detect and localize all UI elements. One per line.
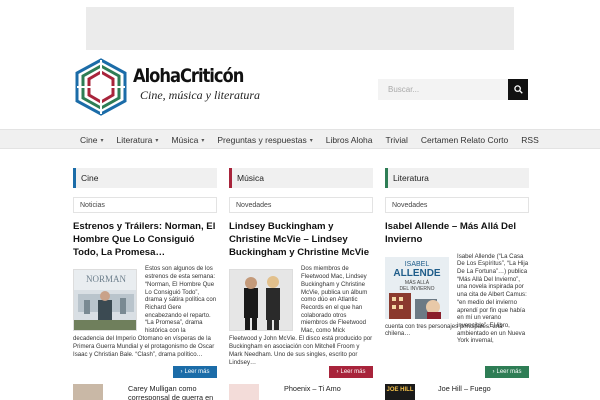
- subcategory-tab[interactable]: Novedades: [229, 197, 373, 213]
- read-more-button[interactable]: › Leer más: [329, 366, 373, 378]
- column-header[interactable]: Cine: [73, 168, 217, 188]
- article-thumbnail[interactable]: ISABEL ALLENDE MÁS ALLÁ DEL INVIERNO: [385, 256, 449, 319]
- nav-item-cine[interactable]: Cine ▾: [73, 130, 110, 150]
- subcategory-tab[interactable]: Noticias: [73, 197, 217, 213]
- book-author-last: ALLENDE: [393, 268, 441, 279]
- column-header[interactable]: Literatura: [385, 168, 529, 188]
- nav-item-literatura[interactable]: Literatura ▾: [110, 130, 165, 150]
- nav-item-trivial[interactable]: Trivial: [379, 130, 414, 150]
- nav-item-label: RSS: [521, 135, 539, 145]
- column-musica: Música Novedades Lindsey Buckingham y Ch…: [229, 168, 373, 371]
- book-author-first: ISABEL: [405, 261, 430, 268]
- article-excerpt: Dos miembros de Fleetwood Mac, Lindsey B…: [301, 265, 368, 335]
- nav-item-label: Música: [171, 135, 199, 145]
- column-header[interactable]: Música: [229, 168, 373, 188]
- article-title[interactable]: Lindsey Buckingham y Christine McVie – L…: [229, 221, 373, 259]
- movie-poster-title: NORMAN: [86, 274, 127, 284]
- search-icon: [513, 85, 523, 94]
- next-article-title[interactable]: Carey Mulligan como corresponsal de guer…: [128, 384, 216, 400]
- article-excerpt-continued: Fleetwood y John McVie. El disco está pr…: [229, 335, 373, 366]
- nav-item-libros-aloha[interactable]: Libros Aloha: [319, 130, 379, 150]
- read-more-button[interactable]: › Leer más: [173, 366, 217, 378]
- search-input[interactable]: [378, 79, 508, 100]
- next-article-thumbnail[interactable]: [229, 384, 259, 400]
- article-title[interactable]: Isabel Allende – Más Allá Del Invierno: [385, 221, 529, 247]
- chevron-right-icon: ›: [492, 369, 495, 375]
- book-title-line2: DEL INVIERNO: [399, 286, 434, 292]
- nav-item-label: Cine: [80, 135, 98, 145]
- next-article-thumbnail[interactable]: JOE HILL: [385, 384, 415, 400]
- nav-item-label: Certamen Relato Corto: [420, 135, 509, 145]
- article-excerpt: Estos son algunos de los estrenos de est…: [145, 265, 217, 335]
- nav-item-label: Preguntas y respuestas: [217, 135, 307, 145]
- column-literatura: Literatura Novedades Isabel Allende – Má…: [385, 168, 529, 359]
- nav-item-rss[interactable]: RSS: [514, 130, 544, 150]
- nav-item-preguntas-y-respuestas[interactable]: Preguntas y respuestas ▾: [210, 130, 318, 150]
- article-thumbnail[interactable]: NORMAN: [73, 269, 137, 332]
- next-article-title[interactable]: Phoenix – Ti Amo: [284, 384, 341, 393]
- read-more-button[interactable]: › Leer más: [485, 366, 529, 378]
- book-title-line1: MÁS ALLÁ: [405, 279, 430, 286]
- article-title[interactable]: Estrenos y Tráilers: Norman, El Hombre Q…: [73, 221, 217, 259]
- chevron-right-icon: ›: [336, 369, 339, 375]
- next-article-title[interactable]: Joe Hill – Fuego: [438, 384, 491, 393]
- article-excerpt-continued: cuenta con tres personajes principales: …: [385, 322, 503, 338]
- chevron-right-icon: ›: [180, 369, 183, 375]
- nav-item-label: Libros Aloha: [325, 135, 373, 145]
- chevron-down-icon: ▾: [155, 137, 159, 144]
- site-logo-icon[interactable]: [73, 58, 129, 116]
- subcategory-tab[interactable]: Novedades: [385, 197, 529, 213]
- column-cine: Cine Noticias Estrenos y Tráilers: Norma…: [73, 168, 217, 371]
- main-navigation: Cine ▾ Literatura ▾ Música ▾ Preguntas y respu…: [0, 129, 600, 149]
- nav-item-música[interactable]: Música ▾: [164, 130, 210, 150]
- article-excerpt-continued: decadencia del Imperio Otomano en vísper…: [73, 335, 215, 358]
- nav-item-label: Trivial: [385, 135, 408, 145]
- next-article-thumbnail[interactable]: [73, 384, 103, 400]
- ad-banner[interactable]: [86, 7, 514, 50]
- article-thumbnail[interactable]: [229, 269, 293, 332]
- search-button[interactable]: [508, 79, 528, 100]
- chevron-down-icon: ▾: [309, 137, 313, 144]
- nav-item-label: Literatura: [116, 135, 153, 145]
- chevron-down-icon: ▾: [201, 137, 205, 144]
- nav-item-certamen-relato-corto[interactable]: Certamen Relato Corto: [414, 130, 514, 150]
- chevron-down-icon: ▾: [100, 137, 104, 144]
- cover-text: JOE HILL: [386, 387, 414, 393]
- site-brand-name[interactable]: AlohaCriticón: [133, 66, 244, 86]
- site-tagline: Cine, música y literatura: [140, 88, 260, 102]
